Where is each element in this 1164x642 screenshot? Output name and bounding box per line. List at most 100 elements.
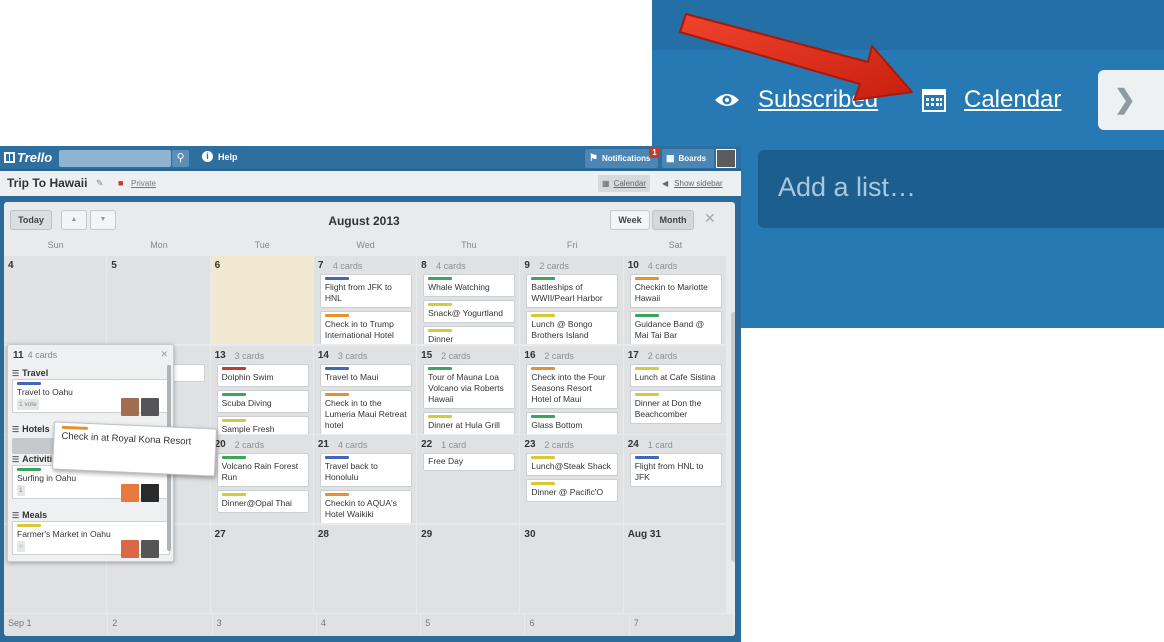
day-number: 9: [524, 260, 530, 271]
show-sidebar-link[interactable]: ◀ Show sidebar: [662, 179, 723, 188]
user-avatar[interactable]: [716, 149, 736, 168]
day-cards: Dolphin Swim Scuba Diving Sample Fresh: [216, 363, 309, 434]
calendar-card[interactable]: Snack@ Yogurtland: [423, 300, 516, 323]
member-avatar[interactable]: [141, 540, 159, 558]
search-icon[interactable]: ⚲: [172, 150, 189, 167]
board-title[interactable]: Trip To Hawaii: [7, 176, 87, 190]
calendar-card[interactable]: Dolphin Swim: [216, 363, 309, 387]
popover-card[interactable]: Travel to Oahu 1 vote: [12, 379, 170, 416]
calendar-day[interactable]: 20 2 cards Volcano Rain Forest Run Dinner@O…: [210, 435, 313, 523]
card-label: [324, 314, 349, 317]
subscribed-label[interactable]: Subscribed: [758, 86, 878, 114]
next-week-day[interactable]: 7: [629, 614, 734, 636]
member-avatar[interactable]: [141, 398, 159, 416]
calendar-day[interactable]: 21 4 cards Travel back to Honolulu Checkin …: [313, 435, 417, 523]
add-list-input[interactable]: Add a list…: [758, 150, 1164, 228]
next-week-day[interactable]: 4: [316, 614, 421, 636]
boards-icon: ▦: [666, 153, 675, 163]
help-button[interactable]: i Help: [202, 151, 238, 162]
calendar-day[interactable]: 23 2 cards Lunch@Steak Shack Dinner @ Pacif…: [520, 435, 623, 523]
calendar-card[interactable]: Checkin to Mariotte Hawaii: [629, 274, 722, 308]
calendar-card[interactable]: Sample Fresh: [216, 415, 309, 434]
calendar-card[interactable]: Travel back to Honolulu: [319, 453, 412, 487]
calendar-day[interactable]: 28: [313, 524, 417, 613]
day-cards: Lunch at Cafe Sistina Dinner at Don the B…: [629, 363, 722, 427]
next-week-day[interactable]: 2: [108, 614, 212, 636]
next-week-day[interactable]: 6: [525, 614, 629, 636]
pencil-icon[interactable]: ✎: [96, 178, 104, 189]
calendar-card[interactable]: Lunch at Cafe Sistina: [629, 363, 722, 387]
calendar-card[interactable]: Flight from JFK to HNL: [319, 274, 412, 308]
calendar-card[interactable]: Checkin to AQUA's Hotel Waikiki: [319, 490, 412, 523]
calendar-day[interactable]: 16 2 cards Check into the Four Seasons Res…: [520, 345, 623, 434]
trello-logo[interactable]: Trello: [4, 150, 52, 165]
calendar-card[interactable]: Dinner @ Pacific'O: [526, 479, 619, 502]
calendar-card[interactable]: Dinner@Opal Thai: [216, 490, 309, 513]
next-month-button[interactable]: ▼: [90, 210, 116, 230]
calendar-card[interactable]: Check in to Trump International Hotel: [319, 311, 412, 344]
member-avatar[interactable]: [121, 484, 139, 502]
calendar-label[interactable]: Calendar: [964, 86, 1061, 114]
calendar-card[interactable]: Dinner: [423, 326, 516, 344]
calendar-link[interactable]: Calendar: [922, 86, 1061, 114]
calendar-day[interactable]: 30: [520, 524, 623, 613]
popover-card[interactable]: Farmer's Market in Oahu ○: [12, 521, 170, 558]
member-avatar[interactable]: [141, 484, 159, 502]
calendar-card[interactable]: Guidance Band @ Mai Tai Bar: [629, 311, 722, 344]
calendar-card[interactable]: Check into the Four Seasons Resort Hotel…: [526, 363, 619, 409]
calendar-scrollbar[interactable]: [731, 312, 735, 562]
privacy-link[interactable]: Private: [131, 179, 156, 188]
calendar-day[interactable]: 9 2 cards Battleships of WWII/Pearl Harbor…: [520, 256, 623, 344]
calendar-card[interactable]: Glass Bottom: [526, 411, 619, 434]
today-button[interactable]: Today: [10, 210, 52, 230]
day-cards: Whale Watching Snack@ Yogurtland Dinner: [423, 274, 516, 344]
next-week-day[interactable]: Sep 1: [4, 614, 108, 636]
calendar-card[interactable]: Lunch@Steak Shack: [526, 453, 619, 476]
calendar-day[interactable]: 27: [210, 524, 313, 613]
calendar-day[interactable]: 5: [107, 256, 210, 344]
sidebar-toggle[interactable]: ❯: [1098, 70, 1164, 130]
calendar-card[interactable]: Dinner at Hula Grill: [423, 411, 516, 434]
calendar-day[interactable]: 13 3 cards Dolphin Swim Scuba Diving Sample …: [210, 345, 313, 434]
month-view-button[interactable]: Month: [652, 210, 694, 230]
calendar-day[interactable]: 10 4 cards Checkin to Mariotte Hawaii Guida…: [623, 256, 726, 344]
calendar-day[interactable]: 17 2 cards Lunch at Cafe Sistina Dinner at …: [623, 345, 726, 434]
next-week-day[interactable]: 3: [212, 614, 316, 636]
calendar-day[interactable]: 15 2 cards Tour of Mauna Loa Volcano via R…: [417, 345, 520, 434]
calendar-day[interactable]: 7 4 cards Flight from JFK to HNL Check in t…: [313, 256, 417, 344]
calendar-card[interactable]: Tour of Mauna Loa Volcano via Roberts Ha…: [423, 363, 516, 409]
calendar-day[interactable]: 29: [417, 524, 520, 613]
day-cards: Travel back to Honolulu Checkin to AQUA's…: [319, 453, 412, 523]
calendar-day[interactable]: 22 1 card Free Day: [417, 435, 520, 523]
calendar-card[interactable]: Dinner at Don the Beachcomber: [629, 389, 722, 424]
calendar-day[interactable]: 6: [210, 256, 313, 344]
member-avatar[interactable]: [121, 398, 139, 416]
calendar-day[interactable]: 4: [4, 256, 107, 344]
notifications-button[interactable]: ⚑ Notifications 1: [585, 147, 660, 168]
calendar-button[interactable]: ▦ Calendar: [598, 175, 650, 192]
calendar-day[interactable]: 14 3 cards Travel to Maui Check in to the L…: [313, 345, 417, 434]
card-label: [531, 482, 556, 485]
calendar-card[interactable]: Lunch @ Bongo Brothers Island: [526, 311, 619, 344]
close-icon[interactable]: ✕: [704, 210, 716, 227]
next-week-day[interactable]: 5: [421, 614, 525, 636]
calendar-card[interactable]: Scuba Diving: [216, 389, 309, 413]
dragged-card[interactable]: Check in at Royal Kona Resort: [52, 421, 217, 477]
member-avatar[interactable]: [121, 540, 139, 558]
calendar-card[interactable]: Whale Watching: [423, 274, 516, 297]
boards-button[interactable]: ▦ Boards: [662, 149, 714, 168]
prev-month-button[interactable]: ▲: [61, 210, 87, 230]
calendar-card[interactable]: Free Day: [423, 453, 516, 471]
calendar-card[interactable]: Check in to the Lumeria Maui Retreat hot…: [319, 389, 412, 434]
calendar-card[interactable]: Flight from HNL to JFK: [629, 453, 722, 487]
calendar-card[interactable]: Volcano Rain Forest Run: [216, 453, 309, 487]
calendar-card[interactable]: Battleships of WWII/Pearl Harbor: [526, 274, 619, 308]
calendar-day[interactable]: 8 4 cards Whale Watching Snack@ Yogurtland D…: [417, 256, 520, 344]
week-view-button[interactable]: Week: [610, 210, 650, 230]
calendar-card[interactable]: Travel to Maui: [319, 363, 412, 387]
calendar-day[interactable]: Aug 31: [623, 524, 726, 613]
calendar-day[interactable]: 24 1 card Flight from HNL to JFK: [623, 435, 726, 523]
close-popover-icon[interactable]: ✕: [160, 349, 168, 360]
search-input[interactable]: [59, 150, 171, 167]
subscribed-link[interactable]: Subscribed: [714, 86, 878, 114]
